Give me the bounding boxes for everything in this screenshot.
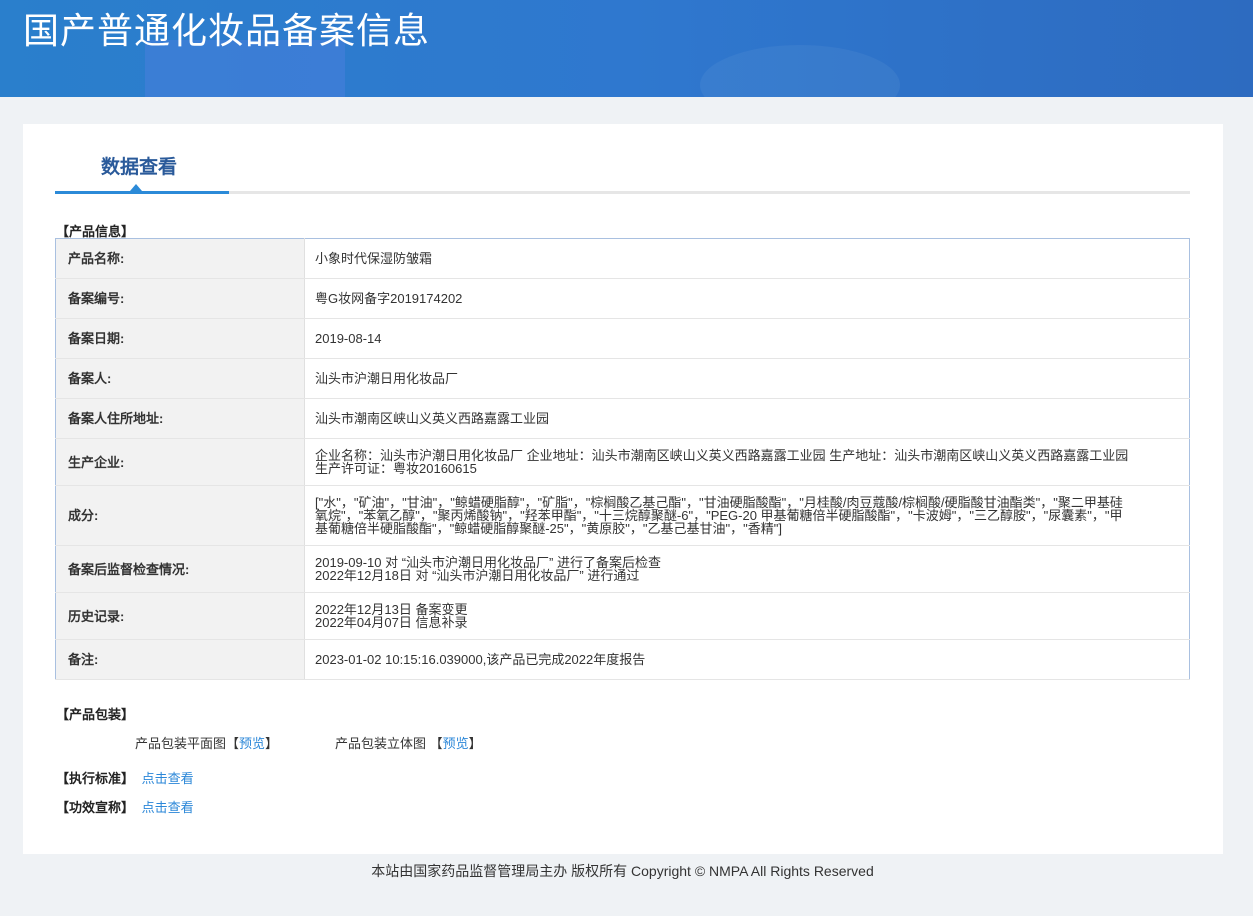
tab-label: 数据查看	[101, 157, 178, 178]
efficacy-view-link[interactable]: 点击查看	[142, 800, 194, 815]
row-value: 2023-01-02 10:15:16.039000,该产品已完成2022年度报…	[304, 639, 1190, 680]
section-heading-standard: 【执行标准】	[56, 771, 135, 786]
table-row: 成分: ["水"，"矿油"，"甘油"，"鲸蜡硬脂醇"，"矿脂"，"棕榈酸乙基己酯"…	[55, 485, 1190, 546]
row-value-line: 2019-08-14	[315, 331, 382, 346]
banner-decoration	[700, 45, 900, 97]
row-value: 2019-08-14	[304, 318, 1190, 359]
packaging-flat: 产品包装平面图【预览】	[135, 733, 278, 752]
row-value-line: 粤G妆网备字2019174202	[315, 291, 463, 306]
footer-copyright: 本站由国家药品监督管理局主办 版权所有 Copyright © NMPA All…	[371, 863, 874, 879]
standard-row: 【执行标准】 点击查看	[56, 768, 194, 787]
section-heading-efficacy: 【功效宣称】	[56, 800, 135, 815]
row-value-line: ["水"，"矿油"，"甘油"，"鲸蜡硬脂醇"，"矿脂"，"棕榈酸乙基己酯"，"甘…	[315, 495, 1123, 536]
tab-bar: 数据查看	[55, 124, 1190, 194]
packaging-flat-preview-link[interactable]: 预览	[239, 736, 265, 751]
row-value: 企业名称：汕头市沪潮日用化妆品厂 企业地址：汕头市潮南区峡山义英义西路嘉露工业园…	[304, 438, 1190, 486]
table-row: 备案后监督检查情况: 2019-09-10 对 “汕头市沪潮日用化妆品厂” 进行了…	[55, 545, 1190, 593]
row-value-line: 2022年12月18日 对 “汕头市沪潮日用化妆品厂” 进行通过	[315, 568, 640, 583]
section-heading-packaging: 【产品包装】	[56, 707, 135, 722]
row-value-line: 企业名称：汕头市沪潮日用化妆品厂 企业地址：汕头市潮南区峡山义英义西路嘉露工业园…	[315, 448, 1129, 476]
content-card: 数据查看 【产品信息】 产品名称: 小象时代保湿防皱霜 备案编号: 粤G妆网备字201…	[23, 124, 1223, 854]
row-value: 粤G妆网备字2019174202	[304, 278, 1190, 319]
bracket: 【	[429, 736, 443, 751]
row-label: 成分:	[55, 485, 305, 546]
row-value: ["水"，"矿油"，"甘油"，"鲸蜡硬脂醇"，"矿脂"，"棕榈酸乙基己酯"，"甘…	[304, 485, 1190, 546]
packaging-solid-label: 产品包装立体图	[335, 736, 427, 751]
table-row: 备案人: 汕头市沪潮日用化妆品厂	[55, 358, 1190, 399]
row-value: 汕头市沪潮日用化妆品厂	[304, 358, 1190, 399]
packaging-solid: 产品包装立体图 【预览】	[335, 733, 482, 752]
table-row: 产品名称: 小象时代保湿防皱霜	[55, 238, 1190, 279]
row-value: 小象时代保湿防皱霜	[304, 238, 1190, 279]
standard-view-link[interactable]: 点击查看	[142, 771, 194, 786]
row-label: 备案人住所地址:	[55, 398, 305, 439]
row-label: 备案日期:	[55, 318, 305, 359]
row-value: 汕头市潮南区峡山义英义西路嘉露工业园	[304, 398, 1190, 439]
row-label: 生产企业:	[55, 438, 305, 486]
bracket: 】	[468, 736, 482, 751]
table-row: 生产企业: 企业名称：汕头市沪潮日用化妆品厂 企业地址：汕头市潮南区峡山义英义西路…	[55, 438, 1190, 486]
table-row: 备案日期: 2019-08-14	[55, 318, 1190, 359]
row-value: 2022年12月13日 备案变更 2022年04月07日 信息补录	[304, 592, 1190, 640]
table-row: 历史记录: 2022年12月13日 备案变更 2022年04月07日 信息补录	[55, 592, 1190, 640]
page-title: 国产普通化妆品备案信息	[23, 10, 431, 51]
row-label: 备案后监督检查情况:	[55, 545, 305, 593]
row-label: 备案编号:	[55, 278, 305, 319]
table-row: 备注: 2023-01-02 10:15:16.039000,该产品已完成2022…	[55, 639, 1190, 680]
row-label: 备注:	[55, 639, 305, 680]
packaging-flat-label: 产品包装平面图	[135, 736, 227, 751]
packaging-solid-preview-link[interactable]: 预览	[443, 736, 469, 751]
bracket: 】	[265, 736, 279, 751]
header-banner: 国产普通化妆品备案信息	[0, 0, 1253, 97]
row-value-line: 2023-01-02 10:15:16.039000,该产品已完成2022年度报…	[315, 652, 646, 667]
row-value-line: 汕头市潮南区峡山义英义西路嘉露工业园	[315, 411, 550, 426]
active-tab-indicator-icon	[130, 184, 142, 191]
row-value-line: 2022年04月07日 信息补录	[315, 615, 468, 630]
row-value-line: 汕头市沪潮日用化妆品厂	[315, 371, 459, 386]
row-label: 备案人:	[55, 358, 305, 399]
row-label: 产品名称:	[55, 238, 305, 279]
row-label: 历史记录:	[55, 592, 305, 640]
product-info-table: 产品名称: 小象时代保湿防皱霜 备案编号: 粤G妆网备字2019174202 备案日期:…	[55, 238, 1190, 680]
row-value-line: 小象时代保湿防皱霜	[315, 251, 433, 266]
tab-data-view[interactable]: 数据查看	[55, 124, 229, 194]
row-value: 2019-09-10 对 “汕头市沪潮日用化妆品厂” 进行了备案后检查 2022年…	[304, 545, 1190, 593]
bracket: 【	[226, 736, 240, 751]
table-row: 备案人住所地址: 汕头市潮南区峡山义英义西路嘉露工业园	[55, 398, 1190, 439]
efficacy-row: 【功效宣称】 点击查看	[56, 797, 194, 816]
table-row: 备案编号: 粤G妆网备字2019174202	[55, 278, 1190, 319]
